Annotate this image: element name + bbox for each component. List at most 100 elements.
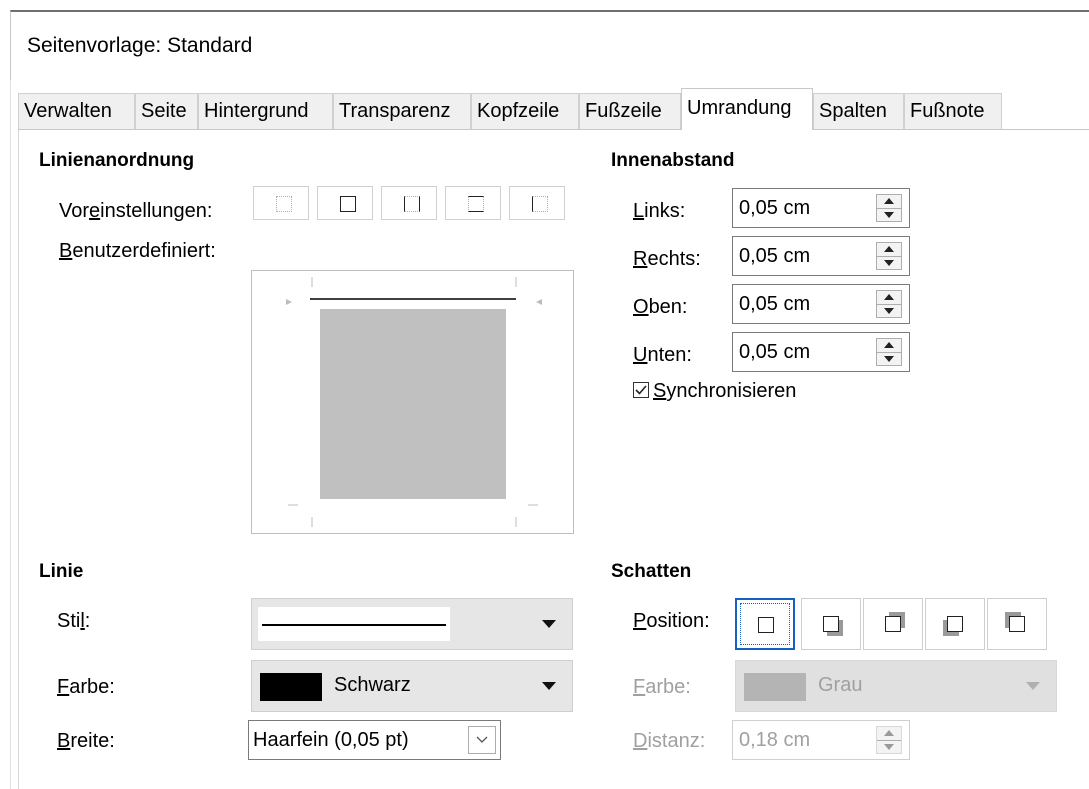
spinbox-buttons: [876, 290, 902, 318]
preset-top-bottom-borders-button[interactable]: [445, 186, 501, 220]
spinbox-buttons: [876, 242, 902, 270]
border-preview-canvas[interactable]: [251, 270, 574, 534]
spin-up-button[interactable]: [877, 243, 901, 256]
arrow-up-icon: [884, 198, 894, 204]
tab-label: Transparenz: [339, 100, 451, 122]
arrow-down-icon: [884, 212, 894, 218]
label-part: echts:: [647, 248, 701, 270]
tab-label: Fußzeile: [585, 100, 662, 122]
tab-hintergrund[interactable]: Hintergrund: [198, 93, 333, 129]
synchronize-checkbox[interactable]: Synchronisieren: [633, 380, 796, 403]
checkmark-icon: [635, 385, 647, 395]
arrow-down-icon: [884, 744, 894, 750]
line-width-combobox[interactable]: Haarfein (0,05 pt): [248, 720, 501, 760]
shadow-color-label: Farbe:: [633, 676, 691, 699]
padding-heading: Innenabstand: [611, 150, 735, 171]
line-width-value: Haarfein (0,05 pt): [253, 729, 409, 751]
padding-left-label: Links:: [633, 200, 685, 223]
spinbox-value: 0,05 cm: [739, 341, 811, 363]
tab-verwalten[interactable]: Verwalten: [18, 93, 135, 129]
line-style-dropdown[interactable]: [251, 598, 573, 650]
shadow-top-right-button[interactable]: [863, 598, 923, 650]
arrow-up-icon: [884, 342, 894, 348]
tab-fussnote[interactable]: Fußnote: [904, 93, 1002, 129]
tab-kopfzeile[interactable]: Kopfzeile: [471, 93, 579, 129]
no-borders-icon: [276, 196, 292, 212]
spin-down-button[interactable]: [877, 352, 901, 365]
color-swatch: [744, 673, 806, 701]
tab-transparenz[interactable]: Transparenz: [333, 93, 471, 129]
spin-down-button[interactable]: [877, 304, 901, 317]
spinbox-buttons: [876, 338, 902, 366]
label-part: istanz:: [647, 730, 706, 752]
chevron-down-icon: [542, 682, 556, 690]
padding-right-spinbox[interactable]: 0,05 cm: [732, 236, 910, 276]
tab-spalten[interactable]: Spalten: [813, 93, 904, 129]
window-edge: [10, 80, 11, 789]
arrow-up-icon: [884, 730, 894, 736]
shadow-color-dropdown[interactable]: Grau: [735, 660, 1057, 712]
preset-outer-border-button[interactable]: [317, 186, 373, 220]
solid-line-icon: [262, 624, 446, 626]
arrow-down-icon: [884, 356, 894, 362]
preset-left-border-button[interactable]: [509, 186, 565, 220]
shadow-bottom-left-icon: [947, 616, 963, 632]
label-part: osition:: [646, 610, 710, 632]
shadow-distance-spinbox[interactable]: 0,18 cm: [732, 720, 910, 760]
spinbox-value: 0,05 cm: [739, 293, 811, 315]
tab-fusszeile[interactable]: Fußzeile: [579, 93, 681, 129]
line-arrangement-heading: Linienanordnung: [39, 150, 195, 171]
tab-seite[interactable]: Seite: [135, 93, 198, 129]
tab-label: Umrandung: [687, 97, 792, 119]
spin-down-button[interactable]: [877, 740, 901, 753]
spin-down-button[interactable]: [877, 208, 901, 221]
shadow-bottom-left-button[interactable]: [925, 598, 985, 650]
label-accelerator: B: [57, 730, 71, 752]
preset-no-borders-button[interactable]: [253, 186, 309, 220]
spin-up-button[interactable]: [877, 291, 901, 304]
label-part: Sti: [57, 610, 81, 632]
spin-down-button[interactable]: [877, 256, 901, 269]
tab-label: Kopfzeile: [477, 100, 560, 122]
line-width-dropdown-button[interactable]: [468, 726, 496, 754]
tab-label: Fußnote: [910, 100, 985, 122]
line-color-dropdown[interactable]: Schwarz: [251, 660, 573, 712]
label-part: reite:: [70, 730, 115, 752]
spinbox-value: 0,05 cm: [739, 197, 811, 219]
spin-up-button[interactable]: [877, 727, 901, 740]
label-part: ben:: [648, 296, 688, 318]
tab-content-umrandung: Linienanordnung Voreinstellungen: Benutz…: [18, 130, 1089, 789]
top-bottom-borders-icon: [468, 196, 484, 212]
tab-umrandung[interactable]: Umrandung: [681, 88, 813, 130]
padding-left-spinbox[interactable]: 0,05 cm: [732, 188, 910, 228]
line-heading: Linie: [39, 561, 84, 582]
spin-up-button[interactable]: [877, 195, 901, 208]
tab-label: Seite: [141, 100, 187, 122]
label-accelerator: R: [633, 248, 648, 270]
shadow-bottom-right-button[interactable]: [801, 598, 861, 650]
spinbox-buttons: [876, 726, 902, 754]
outer-border-icon: [340, 196, 356, 212]
preset-left-right-borders-button[interactable]: [381, 186, 437, 220]
no-shadow-icon: [758, 617, 774, 633]
label-accelerator: U: [633, 344, 648, 366]
shadow-top-left-button[interactable]: [987, 598, 1047, 650]
padding-top-spinbox[interactable]: 0,05 cm: [732, 284, 910, 324]
shadow-none-button[interactable]: [735, 598, 795, 650]
label-part: arbe:: [645, 676, 691, 698]
checkbox-box: [633, 382, 649, 398]
spinbox-buttons: [876, 194, 902, 222]
arrow-up-icon: [884, 246, 894, 252]
spin-up-button[interactable]: [877, 339, 901, 352]
label-part: :: [84, 610, 91, 632]
label-accelerator: P: [633, 610, 647, 632]
chevron-down-icon: [476, 736, 488, 743]
line-color-value: Schwarz: [334, 674, 411, 696]
line-color-label: Farbe:: [57, 676, 115, 699]
padding-bottom-spinbox[interactable]: 0,05 cm: [732, 332, 910, 372]
label-accelerator: L: [633, 200, 645, 222]
label-part: instellungen:: [100, 200, 213, 222]
chevron-down-icon: [542, 620, 556, 628]
shadow-distance-label: Distanz:: [633, 730, 705, 753]
shadow-bottom-right-icon: [823, 616, 839, 632]
